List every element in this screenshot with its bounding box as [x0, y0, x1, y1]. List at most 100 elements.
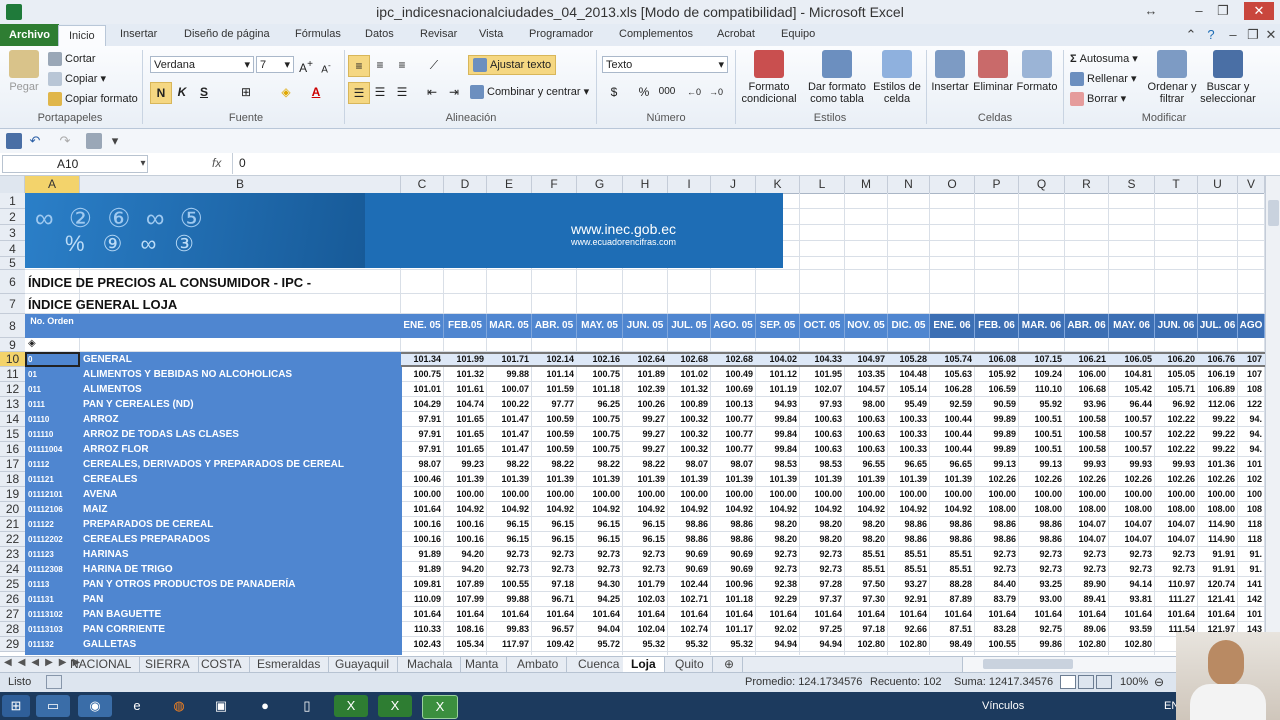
value-cell[interactable]: 100.63 [800, 412, 845, 427]
new-sheet-icon[interactable]: ⊕ [716, 657, 744, 672]
value-cell[interactable]: 102.80 [888, 637, 930, 652]
column-header-u[interactable]: U [1198, 176, 1238, 193]
fill-button[interactable]: Rellenar ▾ [1070, 72, 1137, 87]
value-cell[interactable]: 101.59 [532, 382, 577, 397]
undo-icon[interactable]: ↶ [24, 132, 46, 150]
value-cell[interactable]: 100.32 [668, 412, 711, 427]
value-cell[interactable]: 99.89 [975, 442, 1019, 457]
excel-taskbar-icon-2[interactable]: X [378, 695, 412, 717]
autosum-button[interactable]: Σ Autosuma ▾ [1070, 52, 1138, 65]
value-cell[interactable]: 106.28 [930, 382, 975, 397]
font-name-select[interactable]: Verdana ▾ [150, 56, 254, 73]
value-cell[interactable]: 100.32 [668, 442, 711, 457]
column-header-p[interactable]: P [975, 176, 1019, 193]
value-cell[interactable]: 96.44 [1109, 397, 1155, 412]
explorer-icon[interactable]: ▭ [36, 695, 70, 717]
value-cell[interactable]: 99.84 [756, 427, 800, 442]
value-cell[interactable]: 105.42 [1109, 382, 1155, 397]
value-cell[interactable]: 100.07 [487, 382, 532, 397]
row-header-9[interactable]: 9 [0, 338, 25, 352]
column-header-e[interactable]: E [487, 176, 532, 193]
value-cell[interactable]: 100.75 [577, 427, 623, 442]
value-cell[interactable]: 107.99 [444, 592, 487, 607]
value-cell[interactable]: 101.39 [930, 472, 975, 487]
value-cell[interactable]: 92.73 [623, 562, 668, 577]
value-cell[interactable]: 92.73 [1109, 547, 1155, 562]
value-cell[interactable]: 96.25 [577, 397, 623, 412]
decrease-decimal-icon[interactable]: →0 [706, 82, 726, 102]
value-cell[interactable]: 93.81 [1109, 592, 1155, 607]
value-cell[interactable]: 98.07 [668, 457, 711, 472]
value-cell[interactable]: 85.51 [845, 547, 888, 562]
formula-input[interactable]: 0 [232, 153, 1269, 174]
zoom-out-icon[interactable]: ⊖ [1154, 675, 1164, 689]
value-cell[interactable]: 101.39 [800, 472, 845, 487]
value-cell[interactable]: 99.93 [1155, 457, 1198, 472]
value-cell[interactable]: 104.07 [1109, 532, 1155, 547]
row-header-8[interactable]: 8 [0, 314, 25, 338]
minimize-button[interactable]: – [1188, 2, 1210, 20]
value-cell[interactable]: 101.64 [532, 607, 577, 622]
column-header-b[interactable]: B [80, 176, 401, 193]
value-cell[interactable]: 92.73 [1019, 547, 1065, 562]
value-cell[interactable]: 100.51 [1019, 412, 1065, 427]
value-cell[interactable]: 100.32 [668, 427, 711, 442]
value-cell[interactable]: 96.57 [532, 622, 577, 637]
sheet-tab-nacional[interactable]: NACIONAL [62, 657, 141, 672]
borders-icon[interactable]: ⊞ [236, 82, 256, 102]
value-cell[interactable]: 100.26 [623, 397, 668, 412]
value-cell[interactable]: 97.50 [845, 577, 888, 592]
page-break-icon[interactable] [1096, 675, 1112, 689]
value-cell[interactable]: 96.15 [623, 532, 668, 547]
excel-taskbar-icon[interactable]: X [334, 695, 368, 717]
sheet-tab-quito[interactable]: Quito [667, 657, 713, 672]
row-header-10[interactable]: 10 [0, 352, 25, 367]
column-header-q[interactable]: Q [1019, 176, 1065, 193]
value-cell[interactable]: 98.86 [711, 517, 756, 532]
value-cell[interactable]: 100.00 [756, 487, 800, 502]
value-cell[interactable]: 100.00 [401, 487, 444, 502]
save-icon[interactable] [6, 133, 22, 149]
column-header-c[interactable]: C [401, 176, 444, 193]
value-cell[interactable]: 104.92 [487, 502, 532, 517]
value-cell[interactable]: 102.80 [845, 637, 888, 652]
value-cell[interactable]: 102.39 [623, 382, 668, 397]
value-cell[interactable]: 100.59 [532, 427, 577, 442]
value-cell[interactable]: 102.74 [668, 622, 711, 637]
value-cell[interactable]: 84.40 [975, 577, 1019, 592]
sheet-tab-cuenca[interactable]: Cuenca [570, 657, 629, 672]
value-cell[interactable]: 85.51 [930, 547, 975, 562]
value-cell[interactable]: 101.12 [756, 367, 800, 382]
value-cell[interactable]: 100.75 [577, 442, 623, 457]
value-cell[interactable]: 99.13 [1019, 457, 1065, 472]
value-cell[interactable]: 97.18 [845, 622, 888, 637]
value-cell[interactable]: 97.37 [800, 592, 845, 607]
value-cell[interactable]: 92.73 [1065, 547, 1109, 562]
value-cell[interactable]: 102.26 [1198, 472, 1238, 487]
value-cell[interactable]: 100.16 [401, 532, 444, 547]
row-header-14[interactable]: 14 [0, 412, 25, 427]
value-cell[interactable]: 102.26 [1109, 472, 1155, 487]
value-cell[interactable]: 96.15 [532, 532, 577, 547]
value-cell[interactable]: 97.91 [401, 412, 444, 427]
value-cell[interactable]: 104.92 [444, 502, 487, 517]
value-cell[interactable]: 101.65 [444, 427, 487, 442]
select-all-corner[interactable] [0, 176, 25, 193]
value-cell[interactable]: 104.48 [888, 367, 930, 382]
value-cell[interactable]: 101.64 [756, 607, 800, 622]
value-cell[interactable]: 101 [1238, 457, 1265, 472]
value-cell[interactable]: 100.00 [532, 487, 577, 502]
value-cell[interactable]: 100.33 [888, 442, 930, 457]
name-box[interactable]: A10 [2, 155, 148, 173]
value-cell[interactable]: 108.00 [1198, 502, 1238, 517]
value-cell[interactable]: 104.92 [756, 502, 800, 517]
value-cell[interactable]: 98.86 [668, 532, 711, 547]
value-cell[interactable]: 93.00 [1019, 592, 1065, 607]
value-cell[interactable]: 100.33 [888, 412, 930, 427]
value-cell[interactable]: 100.75 [401, 367, 444, 382]
doc-minimize-button[interactable]: – [1222, 26, 1244, 44]
value-cell[interactable]: 101.64 [1198, 607, 1238, 622]
orientation-icon[interactable]: ⟋ [424, 55, 444, 75]
value-cell[interactable]: 120.74 [1198, 577, 1238, 592]
value-cell[interactable]: 102.07 [800, 382, 845, 397]
